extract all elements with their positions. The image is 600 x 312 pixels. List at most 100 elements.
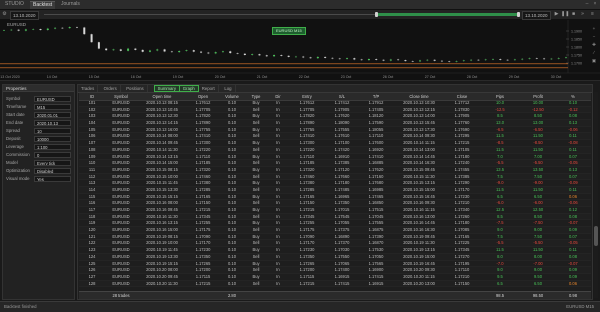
property-value-field[interactable]: 2020.10.13 [34, 120, 71, 126]
stop-icon[interactable]: ■ [570, 11, 577, 18]
trade-row[interactable]: 111 EURUSD 2020.10.15 08:15 1.17320 0.10 Buy I… [79, 167, 591, 174]
end-date-field[interactable]: 13.10.2020 [522, 11, 551, 20]
slider-end-handle[interactable] [517, 12, 520, 17]
column-header[interactable]: ID [79, 93, 105, 100]
tab-backtest[interactable]: Backtest [30, 1, 56, 9]
property-value-field[interactable]: 10 [34, 128, 71, 134]
zoom-out-icon[interactable]: − [591, 34, 597, 40]
property-value-field[interactable]: 1:100 [34, 144, 71, 150]
results-tab-positions[interactable]: Positions [123, 85, 148, 92]
column-header[interactable]: Close time [393, 93, 445, 100]
trade-row[interactable]: 104 EURUSD 2020.10.13 14:15 1.17890 0.10 Sell… [79, 120, 591, 127]
property-label: Start date [6, 112, 25, 117]
trade-row[interactable]: 114 EURUSD 2020.10.15 13:30 1.17285 0.10 Sell… [79, 186, 591, 194]
trade-row[interactable]: 126 EURUSD 2020.10.20 08:00 1.17200 0.10 Sell… [79, 267, 591, 274]
column-header[interactable]: % [555, 93, 591, 100]
property-value-field[interactable]: EURUSD [34, 96, 71, 102]
results-tab-graph[interactable]: Graph [178, 85, 199, 92]
column-header[interactable]: Volume [219, 93, 245, 100]
property-value-field[interactable]: Every tick [34, 160, 71, 166]
property-value-field[interactable]: Disabled [34, 168, 71, 174]
pause-icon[interactable]: ❚❚ [561, 11, 569, 18]
trade-row[interactable]: 128 EURUSD 2020.10.20 11:30 1.17215 0.10 Sell… [79, 280, 591, 288]
column-header[interactable]: S/L [325, 93, 359, 100]
trade-row[interactable]: 125 EURUSD 2020.10.19 15:15 1.17265 0.10 Buy I… [79, 261, 591, 268]
trade-row[interactable]: 127 EURUSD 2020.10.20 09:45 1.17115 0.10 Buy I… [79, 274, 591, 281]
trade-row[interactable]: 115 EURUSD 2020.10.15 15:15 1.17165 0.10 Buy I… [79, 194, 591, 201]
results-tab-orders[interactable]: Orders [101, 85, 121, 92]
column-header[interactable]: T/P [359, 93, 393, 100]
property-value-field[interactable]: Yes [34, 176, 71, 182]
trade-cell: 0.10 [228, 247, 236, 253]
trade-cell: Sell [252, 240, 260, 246]
column-header[interactable]: Profit [521, 93, 555, 100]
trade-row[interactable]: 122 EURUSD 2020.10.19 10:00 1.17170 0.10 Sell… [79, 240, 591, 248]
trade-row[interactable]: 102 EURUSD 2020.10.13 10:45 1.17705 0.10 Sell… [79, 106, 591, 114]
speed-icon[interactable]: » [579, 11, 586, 18]
tab-journals[interactable]: Journals [58, 1, 83, 8]
minimize-icon[interactable]: – [584, 1, 590, 7]
trade-row[interactable]: 116 EURUSD 2020.10.16 08:00 1.17150 0.10 Sell… [79, 200, 591, 207]
column-header[interactable]: Close [445, 93, 479, 100]
menu-icon[interactable]: ≡ [589, 11, 596, 18]
trade-row[interactable]: 124 EURUSD 2020.10.19 13:30 1.17350 0.10 Sell… [79, 253, 591, 261]
status-left-text: Backtest finished [4, 304, 37, 309]
price-candle [97, 42, 100, 49]
trade-row[interactable]: 106 EURUSD 2020.10.14 08:00 1.17410 0.10 Sell… [79, 133, 591, 141]
tab-studio[interactable]: STUDIO [2, 1, 27, 8]
trade-row[interactable]: 103 EURUSD 2020.10.13 12:30 1.17820 0.10 Buy I… [79, 113, 591, 121]
trade-row[interactable]: 107 EURUSD 2020.10.14 09:45 1.17300 0.10 Buy I… [79, 140, 591, 147]
property-value-field[interactable]: 10000 [34, 136, 71, 142]
camera-icon[interactable]: ▣ [591, 58, 597, 64]
column-header[interactable]: Entry [289, 93, 325, 100]
trade-cell: EURUSD [112, 120, 130, 126]
trade-row[interactable]: 118 EURUSD 2020.10.16 11:30 1.17345 0.10 Sell… [79, 213, 591, 221]
crosshair-icon[interactable]: ✚ [591, 42, 597, 48]
close-icon[interactable]: × [592, 1, 598, 7]
trade-cell: Sell [252, 120, 260, 126]
trade-cell: 2020.10.19 08:15 [146, 233, 178, 239]
trade-row[interactable]: 112 EURUSD 2020.10.15 10:00 1.17460 0.10 Sell… [79, 173, 591, 181]
start-date-field[interactable]: 13.10.2020 [10, 11, 39, 20]
property-value-field[interactable]: 0 [34, 152, 71, 158]
table-scrollbar[interactable] [594, 92, 598, 298]
column-header[interactable]: Open [187, 93, 219, 100]
play-icon[interactable]: ▶ [553, 11, 560, 18]
trade-row[interactable]: 105 EURUSD 2020.10.13 16:00 1.17755 0.10 Buy I… [79, 127, 591, 134]
zoom-in-icon[interactable]: + [591, 26, 597, 32]
draw-line-icon[interactable]: ∕ [591, 50, 597, 56]
table-scroll-thumb[interactable] [594, 226, 598, 246]
price-candle [141, 49, 144, 52]
property-value-field[interactable]: M15 [34, 104, 71, 110]
trade-row[interactable]: 108 EURUSD 2020.10.14 11:30 1.17220 0.10 Sell… [79, 146, 591, 154]
price-candle [360, 59, 363, 61]
settings-icon[interactable]: ⚙ [1, 11, 8, 18]
property-value-field[interactable]: 2020.01.01 [34, 112, 71, 118]
price-candle [411, 61, 414, 62]
results-tab-trades[interactable]: Trades [78, 85, 99, 92]
y-tick-label: 1.1900 [571, 30, 582, 34]
results-tab-log[interactable]: Log [221, 85, 236, 92]
trade-row[interactable]: 109 EURUSD 2020.10.14 13:15 1.17110 0.10 Buy I… [79, 154, 591, 161]
trade-row[interactable]: 121 EURUSD 2020.10.19 08:15 1.17090 0.10 Buy I… [79, 234, 591, 241]
results-tab-summary[interactable]: Summary [153, 85, 180, 92]
trade-row[interactable]: 119 EURUSD 2020.10.16 13:15 1.17255 0.10 Buy I… [79, 220, 591, 228]
price-chart[interactable]: 1.1900 1.1850 1.1800 1.1750 1.1700 13 Oct 202… [0, 20, 600, 81]
column-header[interactable]: Dir [267, 93, 289, 100]
column-header[interactable]: Open time [137, 93, 187, 100]
trade-row[interactable]: 117 EURUSD 2020.10.16 09:45 1.17215 0.10 Buy I… [79, 207, 591, 214]
trade-row[interactable]: 120 EURUSD 2020.10.16 15:00 1.17175 0.10 Sell… [79, 227, 591, 234]
trade-cell: 1.17180 [454, 220, 470, 226]
column-header[interactable]: Type [245, 93, 267, 100]
trade-cell: 2020.10.13 15:45 [403, 120, 435, 126]
slider-start-handle[interactable] [374, 12, 378, 17]
trade-row[interactable]: 113 EURUSD 2020.10.15 11:45 1.17380 0.10 Buy I… [79, 180, 591, 187]
column-header[interactable]: Symbol [105, 93, 137, 100]
trade-row[interactable]: 101 EURUSD 2020.10.13 08:15 1.17612 0.10 Buy I… [79, 100, 591, 107]
results-tab-report[interactable]: Report [199, 85, 219, 92]
trade-row[interactable]: 110 EURUSD 2020.10.14 15:00 1.17185 0.10 Sell… [79, 160, 591, 167]
trade-cell: 1.17375 [334, 227, 350, 233]
trade-row[interactable]: 123 EURUSD 2020.10.19 11:45 1.17230 0.10 Buy I… [79, 247, 591, 254]
trade-cell: 13.00 [532, 120, 544, 126]
column-header[interactable]: Pips [479, 93, 521, 100]
